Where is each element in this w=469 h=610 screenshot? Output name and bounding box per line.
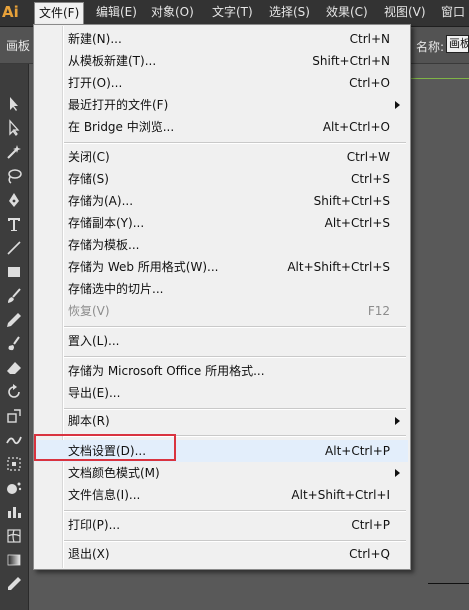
line-tool-icon[interactable] — [3, 238, 25, 258]
menu-item-place[interactable]: 置入(L)... — [36, 330, 408, 352]
menu-separator — [64, 540, 406, 542]
menu-edit[interactable]: 编辑(E) — [92, 2, 141, 23]
paintbrush-tool-icon[interactable] — [3, 286, 25, 306]
menu-separator — [64, 142, 406, 144]
column-graph-tool-icon[interactable] — [3, 502, 25, 522]
menu-separator — [64, 326, 406, 328]
menu-item-scripts[interactable]: 脚本(R) — [36, 410, 408, 432]
menu-item-new-from-template[interactable]: 从模板新建(T)... Shift+Ctrl+N — [36, 50, 408, 72]
direct-selection-tool-icon[interactable] — [3, 118, 25, 138]
menu-select[interactable]: 选择(S) — [265, 2, 314, 23]
submenu-arrow-icon — [395, 101, 400, 109]
pen-tool-icon[interactable] — [3, 190, 25, 210]
warp-tool-icon[interactable] — [3, 430, 25, 450]
tools-panel — [0, 64, 29, 610]
menu-effect[interactable]: 效果(C) — [322, 2, 372, 23]
menu-window[interactable]: 窗口 — [437, 2, 469, 23]
menu-item-document-color-mode[interactable]: 文档颜色模式(M) — [36, 462, 408, 484]
menu-item-open-recent[interactable]: 最近打开的文件(F) — [36, 94, 408, 116]
artboard-edge-bottom — [428, 583, 469, 584]
menu-bar: Ai 文件(F) 编辑(E) 对象(O) 文字(T) 选择(S) 效果(C) 视… — [0, 0, 469, 27]
lasso-tool-icon[interactable] — [3, 166, 25, 186]
menu-item-print[interactable]: 打印(P)... Ctrl+P — [36, 514, 408, 536]
menu-view[interactable]: 视图(V) — [380, 2, 430, 23]
menu-item-browse-in-bridge[interactable]: 在 Bridge 中浏览... Alt+Ctrl+O — [36, 116, 408, 138]
selection-tool-icon[interactable] — [3, 94, 25, 114]
rectangle-tool-icon[interactable] — [3, 262, 25, 282]
menu-item-save[interactable]: 存储(S) Ctrl+S — [36, 168, 408, 190]
menu-type[interactable]: 文字(T) — [208, 2, 257, 23]
menu-item-save-for-office[interactable]: 存储为 Microsoft Office 所用格式... — [36, 360, 408, 382]
blob-brush-tool-icon[interactable] — [3, 334, 25, 354]
menu-item-save-selected-slices[interactable]: 存储选中的切片... — [36, 278, 408, 300]
menu-item-new[interactable]: 新建(N)... Ctrl+N — [36, 28, 408, 50]
menu-item-revert: 恢复(V) F12 — [68, 304, 390, 318]
rotate-tool-icon[interactable] — [3, 382, 25, 402]
free-transform-tool-icon[interactable] — [3, 454, 25, 474]
menu-separator — [64, 510, 406, 512]
artboard-label: 画板 — [6, 39, 31, 53]
menu-object[interactable]: 对象(O) — [147, 2, 198, 23]
scale-tool-icon[interactable] — [3, 406, 25, 426]
type-tool-icon[interactable] — [3, 214, 25, 234]
submenu-arrow-icon — [395, 417, 400, 425]
submenu-arrow-icon — [395, 469, 400, 477]
gradient-tool-icon[interactable] — [3, 550, 25, 570]
menu-item-save-as-template[interactable]: 存储为模板... — [36, 234, 408, 256]
menu-item-close[interactable]: 关闭(C) Ctrl+W — [36, 146, 408, 168]
eyedropper-tool-icon[interactable] — [3, 574, 25, 594]
pencil-tool-icon[interactable] — [3, 310, 25, 330]
menu-item-file-info[interactable]: 文件信息(I)... Alt+Shift+Ctrl+I — [36, 484, 408, 506]
menu-item-save-copy[interactable]: 存储副本(Y)... Alt+Ctrl+S — [36, 212, 408, 234]
artboard-edge — [410, 78, 469, 79]
name-label: 名称: — [416, 40, 445, 54]
menu-item-open[interactable]: 打开(O)... Ctrl+O — [36, 72, 408, 94]
name-field[interactable]: 画板 — [446, 35, 469, 53]
menu-item-export[interactable]: 导出(E)... — [36, 382, 408, 404]
magic-wand-tool-icon[interactable] — [3, 142, 25, 162]
symbol-sprayer-tool-icon[interactable] — [3, 478, 25, 498]
eraser-tool-icon[interactable] — [3, 358, 25, 378]
menu-separator — [64, 356, 406, 358]
highlight-box — [34, 434, 176, 461]
mesh-tool-icon[interactable] — [3, 526, 25, 546]
menu-item-save-for-web[interactable]: 存储为 Web 所用格式(W)... Alt+Shift+Ctrl+S — [36, 256, 408, 278]
menu-item-save-as[interactable]: 存储为(A)... Shift+Ctrl+S — [36, 190, 408, 212]
menu-item-exit[interactable]: 退出(X) Ctrl+Q — [36, 543, 408, 565]
app-logo: Ai — [2, 3, 19, 21]
file-menu-dropdown: 新建(N)... Ctrl+N 从模板新建(T)... Shift+Ctrl+N 打… — [33, 24, 411, 570]
menu-file[interactable]: 文件(F) — [34, 2, 85, 24]
